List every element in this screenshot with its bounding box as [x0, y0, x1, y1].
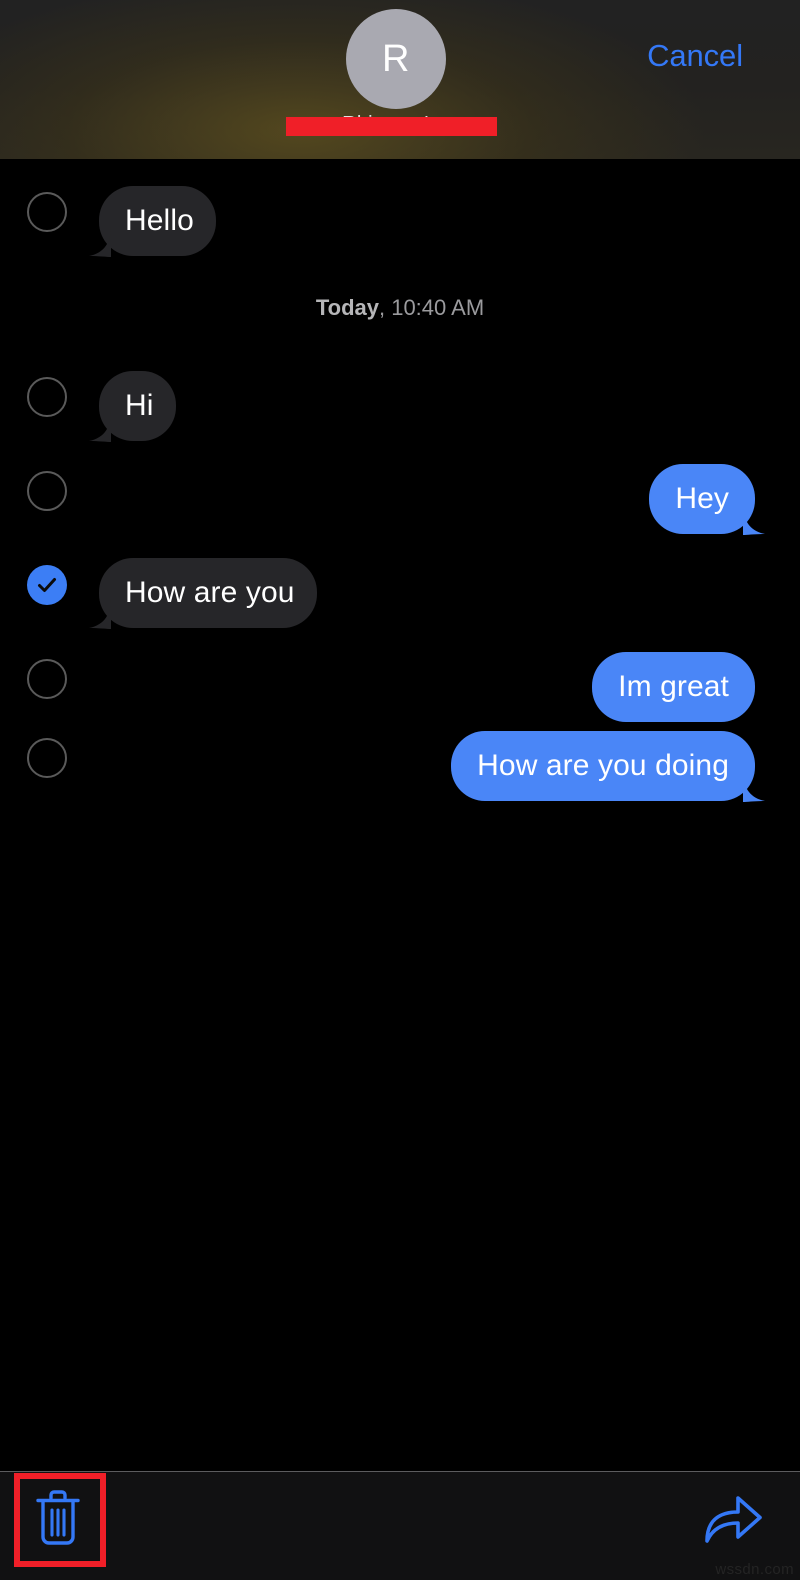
conversation-timestamp: Today, 10:40 AM: [0, 295, 800, 321]
timestamp-day: Today: [315, 295, 379, 320]
message-bubble[interactable]: How are you doing: [451, 731, 765, 802]
avatar-initial: R: [382, 37, 410, 80]
forward-button[interactable]: [702, 1490, 764, 1548]
message-select-circle[interactable]: [27, 565, 67, 605]
message-text: Im great: [618, 670, 729, 703]
bubble-tail-right: [737, 501, 771, 535]
cancel-button[interactable]: Cancel: [647, 38, 743, 74]
delete-button[interactable]: [30, 1488, 86, 1550]
bubble-tail-right: [737, 768, 771, 802]
timestamp-time: , 10:40 AM: [378, 295, 485, 320]
check-icon: [38, 578, 56, 592]
message-text: Hey: [675, 482, 729, 515]
forward-arrow-icon: [705, 1496, 762, 1543]
message-row[interactable]: How are you doing: [0, 705, 800, 805]
message-select-circle[interactable]: [27, 738, 67, 778]
bubble-tail-left: [83, 408, 117, 442]
watermark: wssdn.com: [715, 1561, 794, 1578]
trash-icon: [36, 1490, 80, 1545]
avatar[interactable]: R: [346, 9, 446, 109]
message-select-circle[interactable]: [27, 192, 67, 232]
message-select-circle[interactable]: [27, 471, 67, 511]
messages-selection-screen: R Rhianna Lee Cancel Hello: [0, 0, 800, 1580]
conversation-header: R Rhianna Lee Cancel: [0, 0, 800, 159]
message-text: How are you doing: [477, 749, 729, 782]
message-text: Hi: [125, 389, 154, 422]
bubble-tail-left: [83, 223, 117, 257]
message-bubble[interactable]: Hello: [89, 186, 216, 257]
message-bubble[interactable]: How are you: [89, 558, 317, 629]
message-bubble[interactable]: Hey: [649, 464, 765, 535]
message-row[interactable]: Hey: [0, 438, 800, 538]
message-list[interactable]: Hello Today, 10:40 AM Hi Hey How are you…: [0, 159, 800, 1471]
message-row[interactable]: Hi: [0, 344, 800, 444]
selection-toolbar: wssdn.com: [0, 1471, 800, 1580]
bubble-tail-left: [83, 595, 117, 629]
message-select-circle[interactable]: [27, 659, 67, 699]
message-text: How are you: [125, 576, 295, 609]
message-row[interactable]: How are you: [0, 532, 800, 632]
message-select-circle[interactable]: [27, 377, 67, 417]
redaction-bar: [286, 117, 497, 136]
message-bubble[interactable]: Hi: [89, 371, 176, 442]
message-text: Hello: [125, 204, 194, 237]
message-row[interactable]: Hello: [0, 159, 800, 264]
